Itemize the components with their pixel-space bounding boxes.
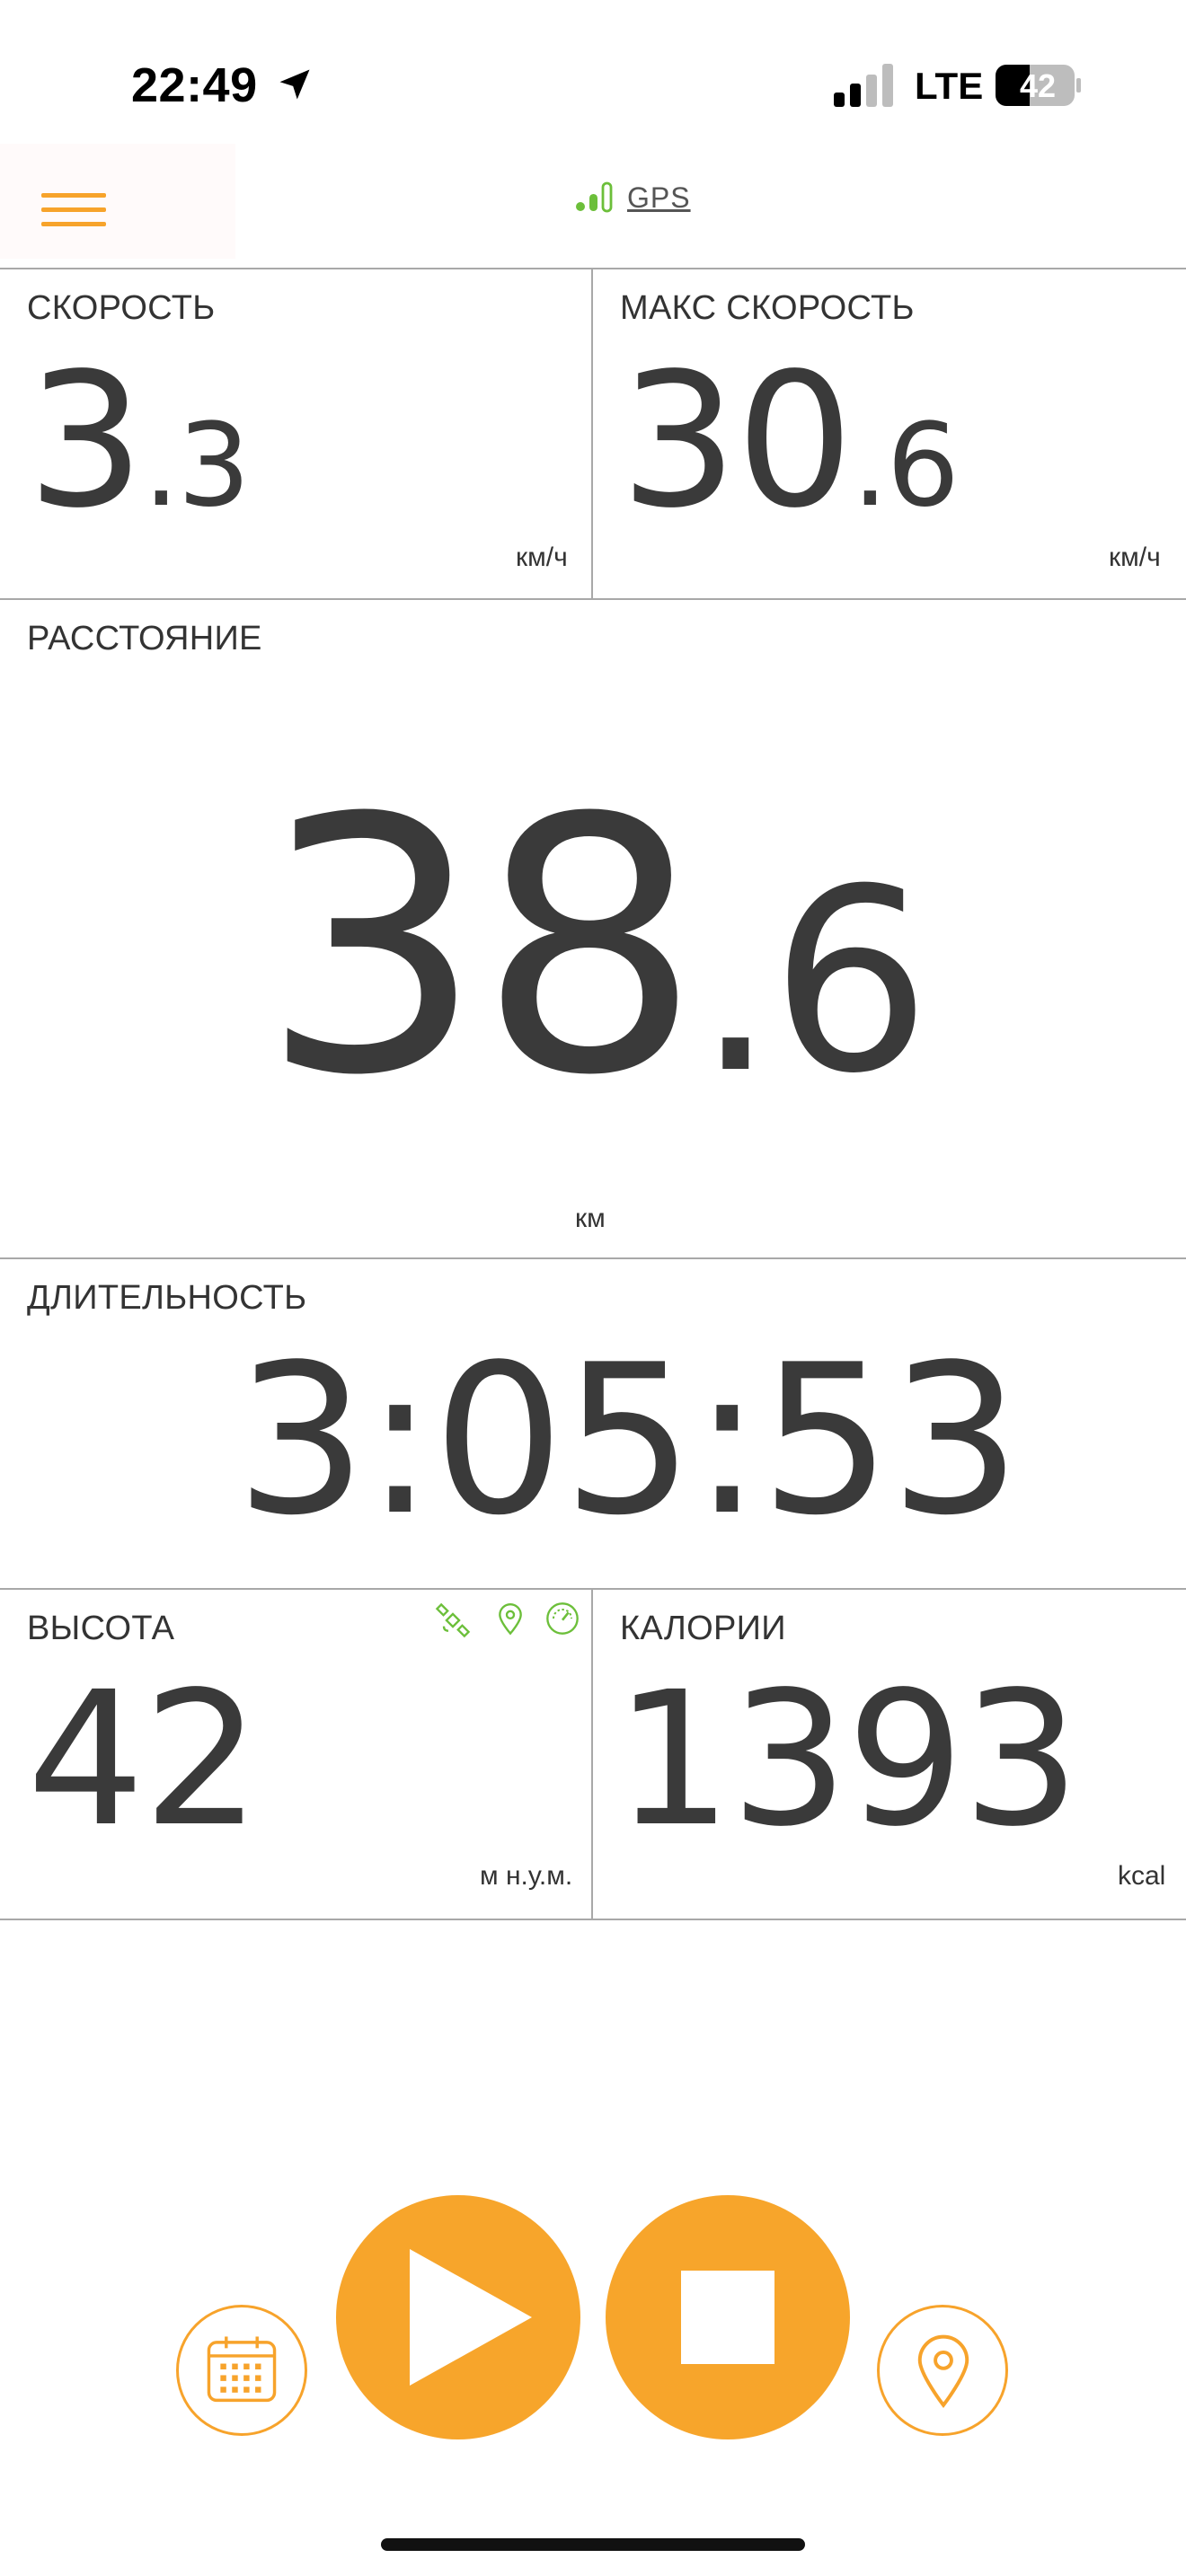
- speed-value: 3.3: [27, 333, 251, 549]
- max-speed-label: МАКС СКОРОСТЬ: [620, 289, 915, 327]
- status-time: 22:49: [131, 58, 258, 112]
- network-type: LTE: [915, 65, 984, 107]
- menu-button[interactable]: [0, 144, 235, 259]
- duration-value: 3:05:53: [235, 1321, 1022, 1561]
- distance-value: 38.6: [261, 744, 931, 1151]
- gps-status[interactable]: GPS: [575, 178, 691, 217]
- divider: [0, 1919, 1186, 1920]
- cellular-signal-icon: [834, 64, 893, 107]
- altitude-label: ВЫСОТА: [27, 1610, 175, 1647]
- distance-unit: км: [575, 1204, 606, 1233]
- stop-button[interactable]: [606, 2195, 850, 2439]
- duration-label: ДЛИТЕЛЬНОСТЬ: [27, 1279, 307, 1317]
- calories-value: 1393: [615, 1652, 1080, 1867]
- distance-label: РАССТОЯНИЕ: [27, 620, 262, 657]
- hamburger-menu-icon: [41, 193, 106, 198]
- calendar-icon: [207, 2336, 277, 2403]
- speed-label: СКОРОСТЬ: [27, 289, 216, 327]
- altitude-value: 42: [27, 1652, 261, 1867]
- map-pin-icon: [917, 2334, 969, 2408]
- location-arrow-icon: [279, 69, 310, 100]
- gps-label: GPS: [627, 181, 691, 214]
- calendar-button[interactable]: [176, 2305, 307, 2436]
- altitude-unit: м н.у.м.: [480, 1861, 573, 1891]
- stop-icon: [681, 2271, 774, 2364]
- max-speed-value: 30.6: [620, 333, 960, 549]
- battery-percent: 42: [1019, 67, 1057, 104]
- play-icon: [410, 2249, 532, 2386]
- gauge-icon: [546, 1602, 579, 1635]
- speed-unit: км/ч: [516, 543, 568, 572]
- battery-indicator: 42: [996, 65, 1082, 106]
- max-speed-unit: км/ч: [1109, 543, 1161, 572]
- calories-label: КАЛОРИИ: [620, 1610, 786, 1647]
- calories-unit: kcal: [1118, 1861, 1166, 1891]
- home-indicator[interactable]: [381, 2538, 805, 2551]
- gps-signal-bars-icon: [576, 181, 613, 213]
- map-pin-icon: [499, 1603, 522, 1636]
- play-button[interactable]: [336, 2195, 580, 2439]
- satellite-icon: [435, 1602, 471, 1638]
- map-button[interactable]: [877, 2305, 1008, 2436]
